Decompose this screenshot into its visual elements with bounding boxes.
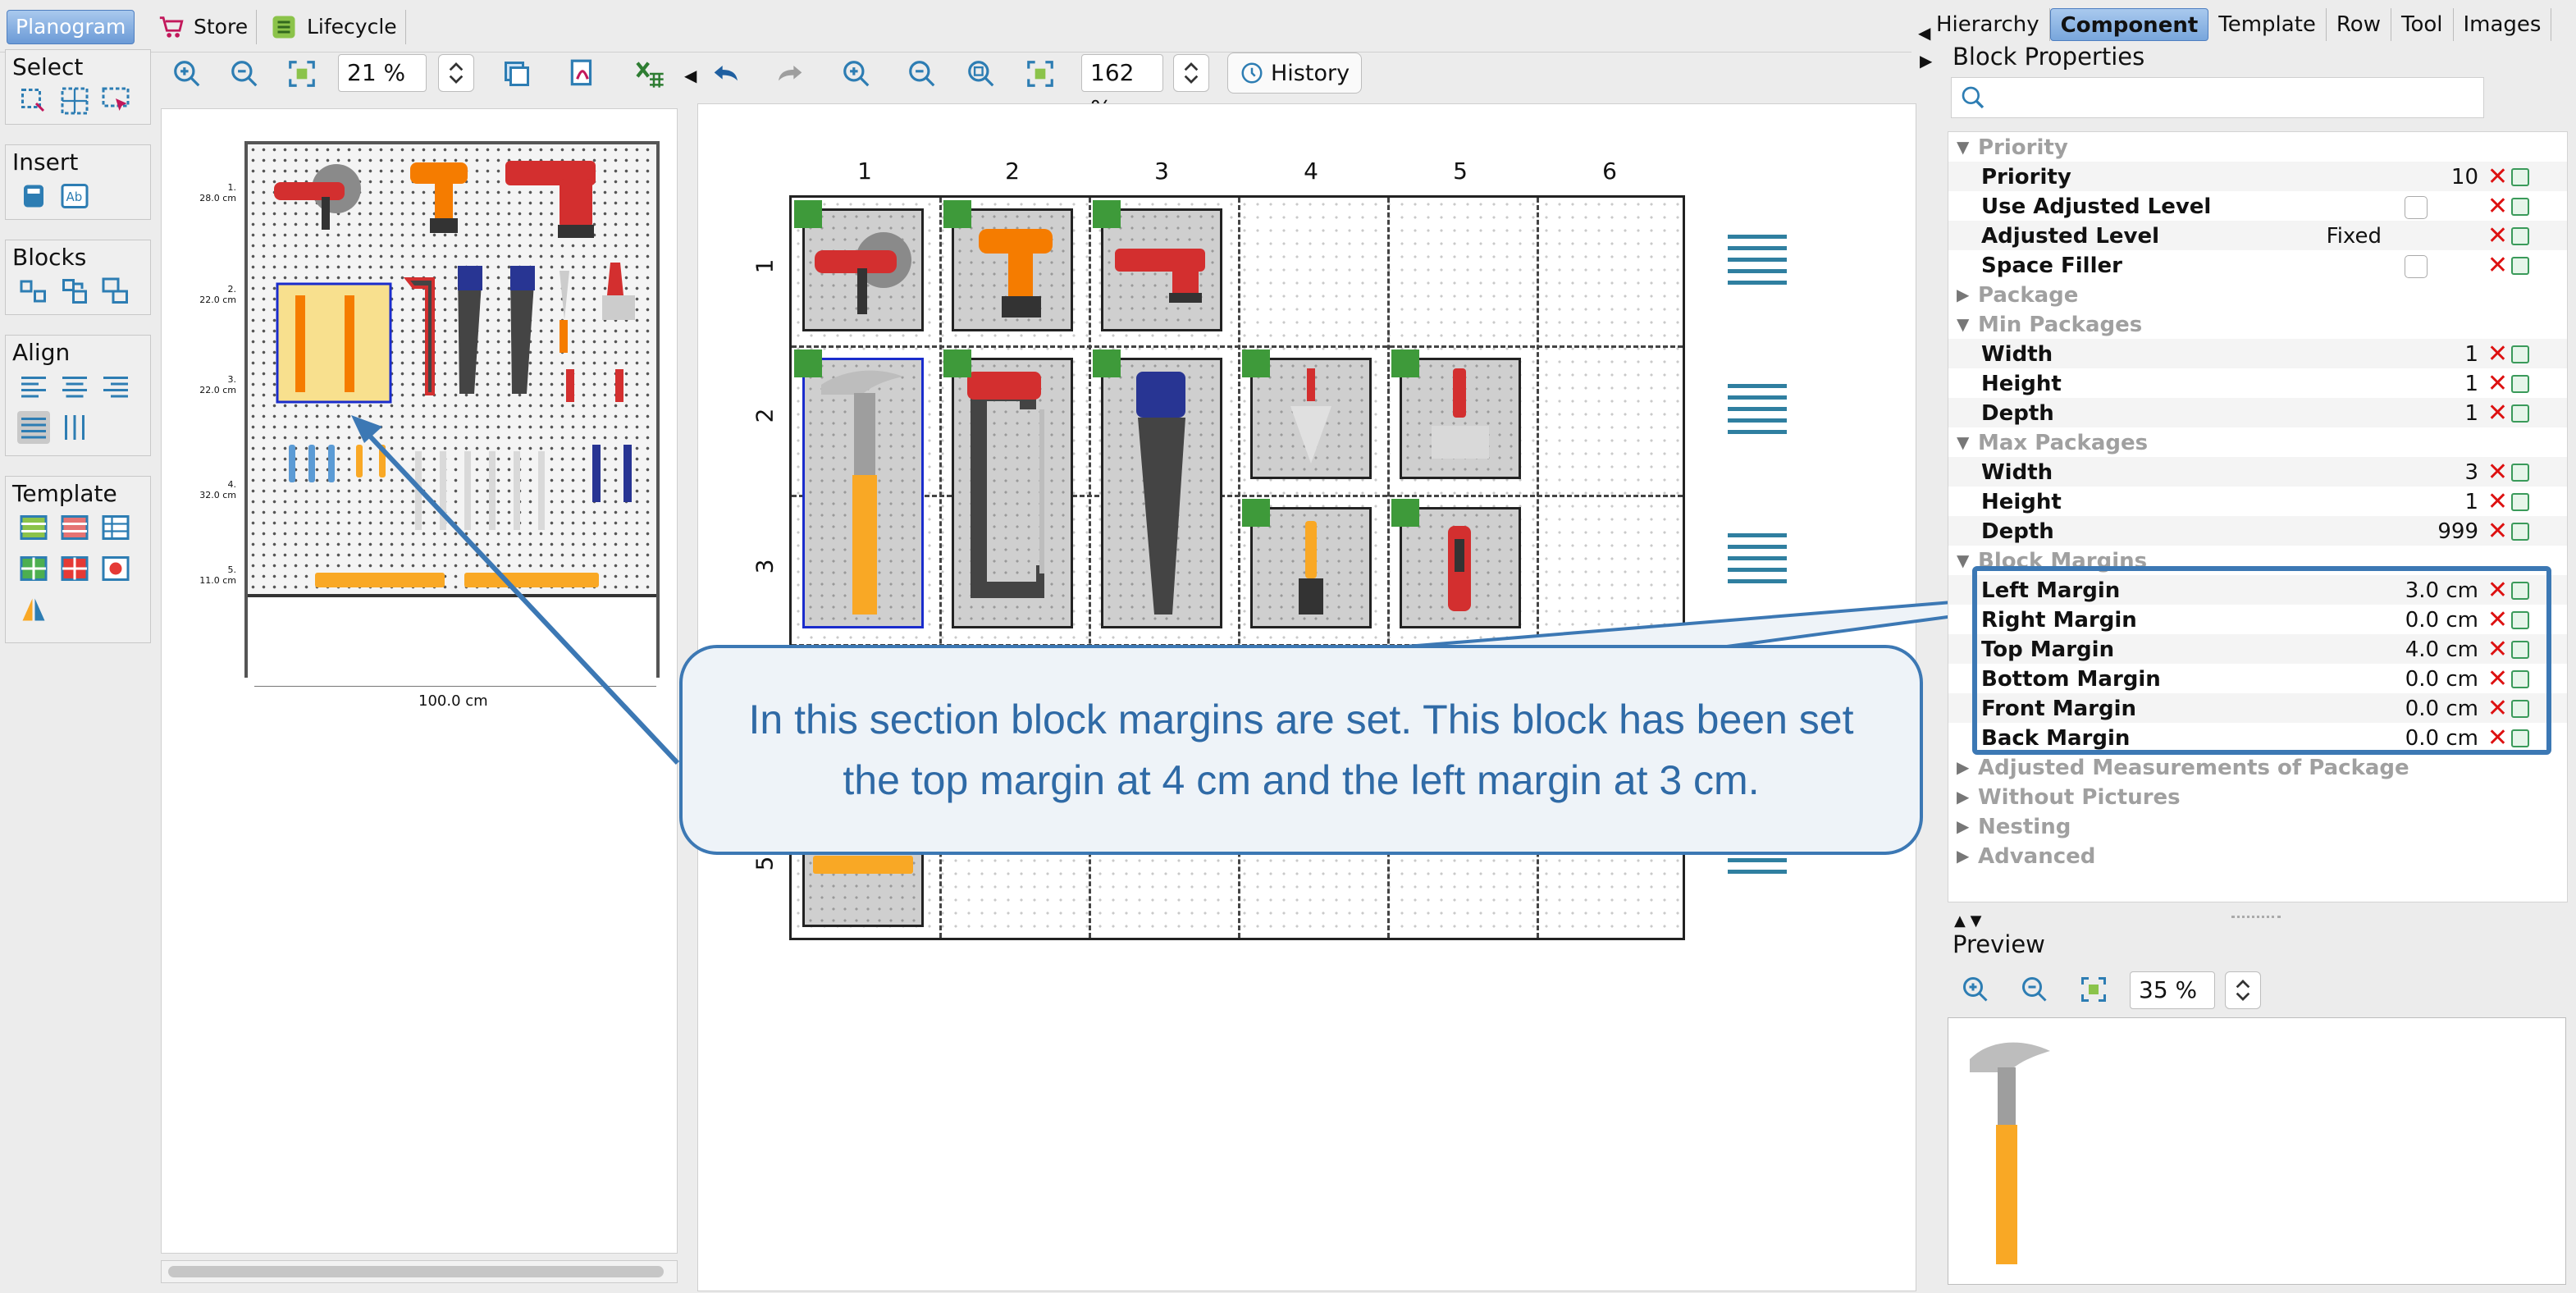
expanded-triangle-icon: ▼ (1957, 432, 1970, 452)
property-row[interactable]: Space Filler ✕ (1948, 250, 2567, 280)
right-panel-tabs: Hierarchy Component Template Row Tool Im… (1926, 7, 2576, 43)
property-row[interactable]: Height 1 ✕ (1948, 487, 2567, 516)
collapsed-triangle-icon: ▶ (1957, 285, 1970, 304)
splitter-handle[interactable] (2231, 916, 2281, 918)
property-row[interactable]: Width 3 ✕ (1948, 457, 2567, 487)
callout-text: In this section block margins are set. T… (748, 697, 1854, 803)
copy-value-icon[interactable] (2511, 257, 2529, 275)
reset-icon[interactable]: ✕ (2487, 222, 2508, 250)
copy-value-icon[interactable] (2511, 523, 2529, 541)
reset-icon[interactable]: ✕ (2487, 487, 2508, 516)
collapsed-triangle-icon: ▶ (1957, 787, 1970, 806)
tab-images[interactable]: Images (2454, 8, 2552, 41)
preview-title: Preview (1953, 930, 2045, 958)
tutorial-callout: In this section block margins are set. T… (679, 645, 1923, 855)
group-package[interactable]: ▶ Package (1948, 280, 2567, 309)
collapsed-triangle-icon: ▶ (1957, 757, 1970, 777)
reset-icon[interactable]: ✕ (2487, 251, 2508, 280)
collapsed-triangle-icon: ▶ (1957, 846, 1970, 866)
property-row[interactable]: Width 1 ✕ (1948, 339, 2567, 368)
property-search-input[interactable] (1951, 77, 2484, 118)
space-filler-checkbox[interactable] (2405, 255, 2428, 278)
spinner-arrows-icon (2236, 980, 2250, 1001)
zoom-in-icon (1963, 977, 1988, 1002)
preview-zoom-in-button[interactable] (1954, 968, 1997, 1011)
group-without-pictures[interactable]: ▶ Without Pictures (1948, 782, 2567, 811)
collapsed-triangle-icon: ▶ (1957, 816, 1970, 836)
tab-row[interactable]: Row (2327, 8, 2391, 41)
group-adjusted-measurements[interactable]: ▶ Adjusted Measurements of Package (1948, 752, 2567, 782)
property-row[interactable]: Use Adjusted Level ✕ (1948, 191, 2567, 221)
copy-value-icon[interactable] (2511, 227, 2529, 245)
tab-hierarchy[interactable]: Hierarchy (1926, 8, 2050, 41)
copy-value-icon[interactable] (2511, 493, 2529, 511)
property-row[interactable]: Adjusted Level Fixed ✕ (1948, 221, 2567, 250)
property-row[interactable]: Depth 999 ✕ (1948, 516, 2567, 546)
copy-value-icon[interactable] (2511, 345, 2529, 363)
copy-value-icon[interactable] (2511, 375, 2529, 393)
tab-tool[interactable]: Tool (2391, 8, 2454, 41)
reset-icon[interactable]: ✕ (2487, 458, 2508, 487)
block-properties-title: Block Properties (1953, 43, 2145, 71)
copy-value-icon[interactable] (2511, 168, 2529, 186)
search-icon (1962, 86, 1985, 109)
group-priority[interactable]: ▼ Priority (1948, 132, 2567, 162)
group-nesting[interactable]: ▶ Nesting (1948, 811, 2567, 841)
property-row[interactable]: Priority 10 ✕ (1948, 162, 2567, 191)
splitter-arrows-icon[interactable]: ▲ ▼ (1954, 912, 1981, 930)
reset-icon[interactable]: ✕ (2487, 162, 2508, 191)
reset-icon[interactable]: ✕ (2487, 192, 2508, 221)
reset-icon[interactable]: ✕ (2487, 399, 2508, 427)
block-margins-highlight (1972, 566, 2551, 755)
group-min-packages[interactable]: ▼ Min Packages (1948, 309, 2567, 339)
zoom-out-icon (2022, 977, 2047, 1002)
reset-icon[interactable]: ✕ (2487, 517, 2508, 546)
use-adjusted-level-checkbox[interactable] (2405, 196, 2428, 219)
property-row[interactable]: Depth 1 ✕ (1948, 398, 2567, 427)
expanded-triangle-icon: ▼ (1957, 137, 1970, 157)
copy-value-icon[interactable] (2511, 404, 2529, 423)
property-sheet: ▼ Priority Priority 10 ✕ Use Adjusted Level… (1948, 131, 2568, 902)
copy-value-icon[interactable] (2511, 198, 2529, 216)
hammer-preview-icon (1970, 1042, 2050, 1264)
expanded-triangle-icon: ▼ (1957, 314, 1970, 334)
copy-value-icon[interactable] (2511, 464, 2529, 482)
group-advanced[interactable]: ▶ Advanced (1948, 841, 2567, 870)
tab-template[interactable]: Template (2208, 8, 2327, 41)
tab-component[interactable]: Component (2049, 8, 2209, 41)
preview-canvas (1948, 1017, 2566, 1285)
preview-zoom-spinner[interactable] (2225, 971, 2261, 1009)
fit-icon (2081, 977, 2106, 1002)
property-row[interactable]: Height 1 ✕ (1948, 368, 2567, 398)
preview-fit-button[interactable] (2072, 968, 2115, 1011)
reset-icon[interactable]: ✕ (2487, 340, 2508, 368)
group-max-packages[interactable]: ▼ Max Packages (1948, 427, 2567, 457)
preview-zoom-out-button[interactable] (2013, 968, 2056, 1011)
reset-icon[interactable]: ✕ (2487, 369, 2508, 398)
preview-zoom-field[interactable]: 35 % (2130, 971, 2215, 1009)
expanded-triangle-icon: ▼ (1957, 551, 1970, 570)
